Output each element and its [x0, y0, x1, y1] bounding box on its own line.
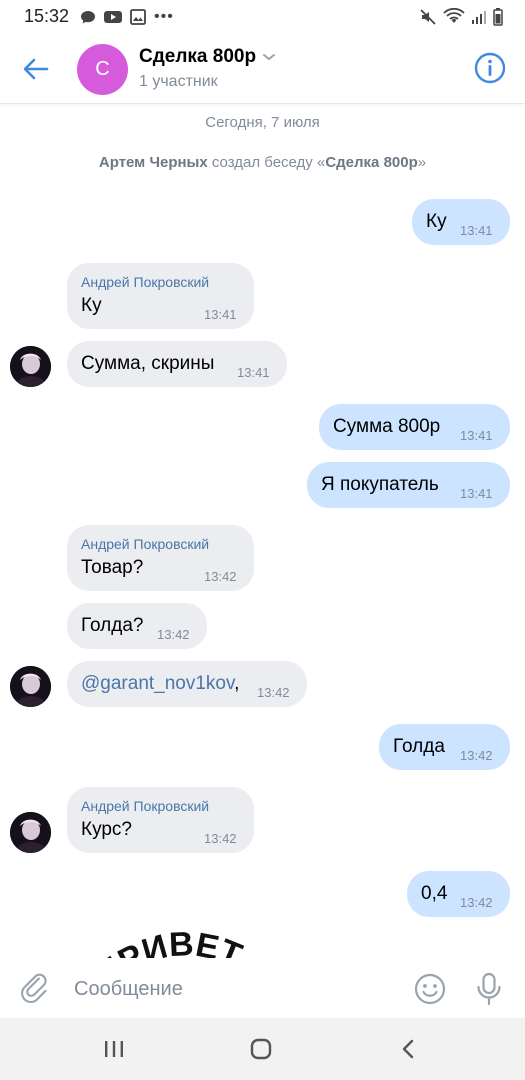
message-bubble-outgoing[interactable]: 0,4 13:42 [407, 871, 510, 917]
message-bubble-incoming[interactable]: Сумма, скрины 13:41 [67, 341, 287, 387]
system-message: Артем Черных создал беседу «Сделка 800р» [0, 154, 525, 171]
system-message-action: создал беседу « [207, 154, 326, 171]
system-message-chat-name: Сделка 800р [325, 154, 418, 171]
info-button[interactable] [473, 51, 507, 85]
message-text: Я покупатель [321, 474, 439, 495]
message-time: 13:42 [460, 895, 493, 910]
voice-message-button[interactable] [472, 971, 506, 1007]
home-icon [250, 1038, 272, 1060]
back-nav-button[interactable] [393, 1034, 423, 1064]
more-dots-icon: ••• [154, 8, 174, 25]
chat-avatar[interactable]: С [77, 44, 128, 95]
message-input[interactable] [74, 974, 394, 1004]
message-text: Сумма 800р [333, 416, 441, 437]
back-chevron-icon [402, 1039, 414, 1059]
message-text: @garant_nov1kov, [81, 673, 239, 695]
message-text: Голда? [81, 615, 144, 636]
message-time: 13:42 [460, 748, 493, 763]
message-time: 13:41 [204, 307, 237, 322]
youtube-icon [104, 11, 122, 23]
microphone-icon [477, 972, 501, 1006]
message-bubble-incoming[interactable]: Голда? 13:42 [67, 603, 207, 649]
system-message-author: Артем Черных [98, 154, 208, 171]
message-text: Товар? [81, 557, 144, 578]
message-text: Ку [81, 295, 102, 316]
message-author[interactable]: Андрей Покровский [81, 274, 209, 290]
chat-bubble-icon [81, 11, 95, 24]
message-text: Сумма, скрины [81, 353, 215, 374]
recent-apps-button[interactable] [99, 1034, 129, 1064]
message-time: 13:42 [257, 685, 290, 700]
message-bubble-outgoing[interactable]: Сумма 800р 13:41 [319, 404, 510, 450]
attach-button[interactable] [20, 972, 54, 1006]
message-time: 13:42 [204, 569, 237, 584]
message-text: Ку [426, 211, 447, 232]
message-bubble-outgoing[interactable]: Голда 13:42 [379, 724, 510, 770]
home-button[interactable] [246, 1034, 276, 1064]
message-time: 13:41 [460, 428, 493, 443]
mention-suffix: , [234, 673, 240, 694]
message-bubble-incoming[interactable]: Андрей Покровский Курс? 13:42 [67, 787, 254, 853]
message-bubble-outgoing[interactable]: Ку 13:41 [412, 199, 510, 245]
message-time: 13:42 [204, 831, 237, 846]
sticker-text: ПРИВЕТ [96, 928, 247, 958]
message-text: 0,4 [421, 883, 448, 904]
message-text: Курс? [81, 819, 132, 840]
mention-link[interactable]: @garant_nov1kov [81, 673, 234, 694]
message-bubble-incoming[interactable]: Андрей Покровский Ку 13:41 [67, 263, 254, 329]
avatar-photo [10, 812, 51, 853]
back-button[interactable] [18, 51, 54, 87]
sender-avatar[interactable] [10, 346, 51, 387]
message-text: Голда [393, 736, 445, 757]
wifi-icon [443, 8, 465, 23]
sender-avatar[interactable] [10, 812, 51, 853]
mute-icon [420, 9, 436, 25]
system-navigation-bar [0, 1018, 525, 1080]
smile-icon [414, 973, 446, 1005]
chat-title-text: Сделка 800р [139, 46, 257, 67]
chevron-down-icon [263, 54, 276, 61]
message-bubble-incoming[interactable]: Андрей Покровский Товар? 13:42 [67, 525, 254, 591]
message-time: 13:41 [237, 365, 270, 380]
chat-header: С Сделка 800р 1 участник [0, 34, 525, 104]
message-bubble-incoming[interactable]: @garant_nov1kov, 13:42 [67, 661, 307, 707]
recent-apps-icon [105, 1041, 123, 1057]
info-icon [474, 52, 506, 84]
message-time: 13:41 [460, 223, 493, 238]
sender-avatar[interactable] [10, 666, 51, 707]
sticker-image: ПРИВЕТ [96, 928, 247, 958]
signal-icon [472, 11, 486, 24]
avatar-photo [10, 346, 51, 387]
status-time: 15:32 [24, 6, 70, 26]
status-left-icons: ••• [80, 8, 174, 26]
status-bar: 15:32 ••• [0, 0, 525, 34]
date-separator: Сегодня, 7 июля [205, 114, 320, 131]
message-author[interactable]: Андрей Покровский [81, 798, 209, 814]
sticker-partial[interactable]: ПРИВЕТ [96, 928, 276, 958]
message-author[interactable]: Андрей Покровский [81, 536, 209, 552]
message-composer [0, 960, 525, 1018]
chat-subtitle: 1 участник [139, 73, 218, 90]
status-right-icons [419, 8, 503, 26]
paperclip-icon [21, 973, 47, 1004]
avatar-photo [10, 666, 51, 707]
system-message-closing: » [417, 154, 427, 171]
message-time: 13:42 [157, 627, 190, 642]
image-icon [130, 9, 146, 25]
message-time: 13:41 [460, 486, 493, 501]
svg-text:ПРИВЕТ: ПРИВЕТ [96, 928, 247, 958]
emoji-button[interactable] [413, 972, 447, 1006]
arrow-left-icon [23, 58, 49, 80]
message-bubble-outgoing[interactable]: Я покупатель 13:41 [307, 462, 510, 508]
chat-title[interactable]: Сделка 800р [139, 46, 276, 68]
battery-icon [493, 8, 503, 26]
